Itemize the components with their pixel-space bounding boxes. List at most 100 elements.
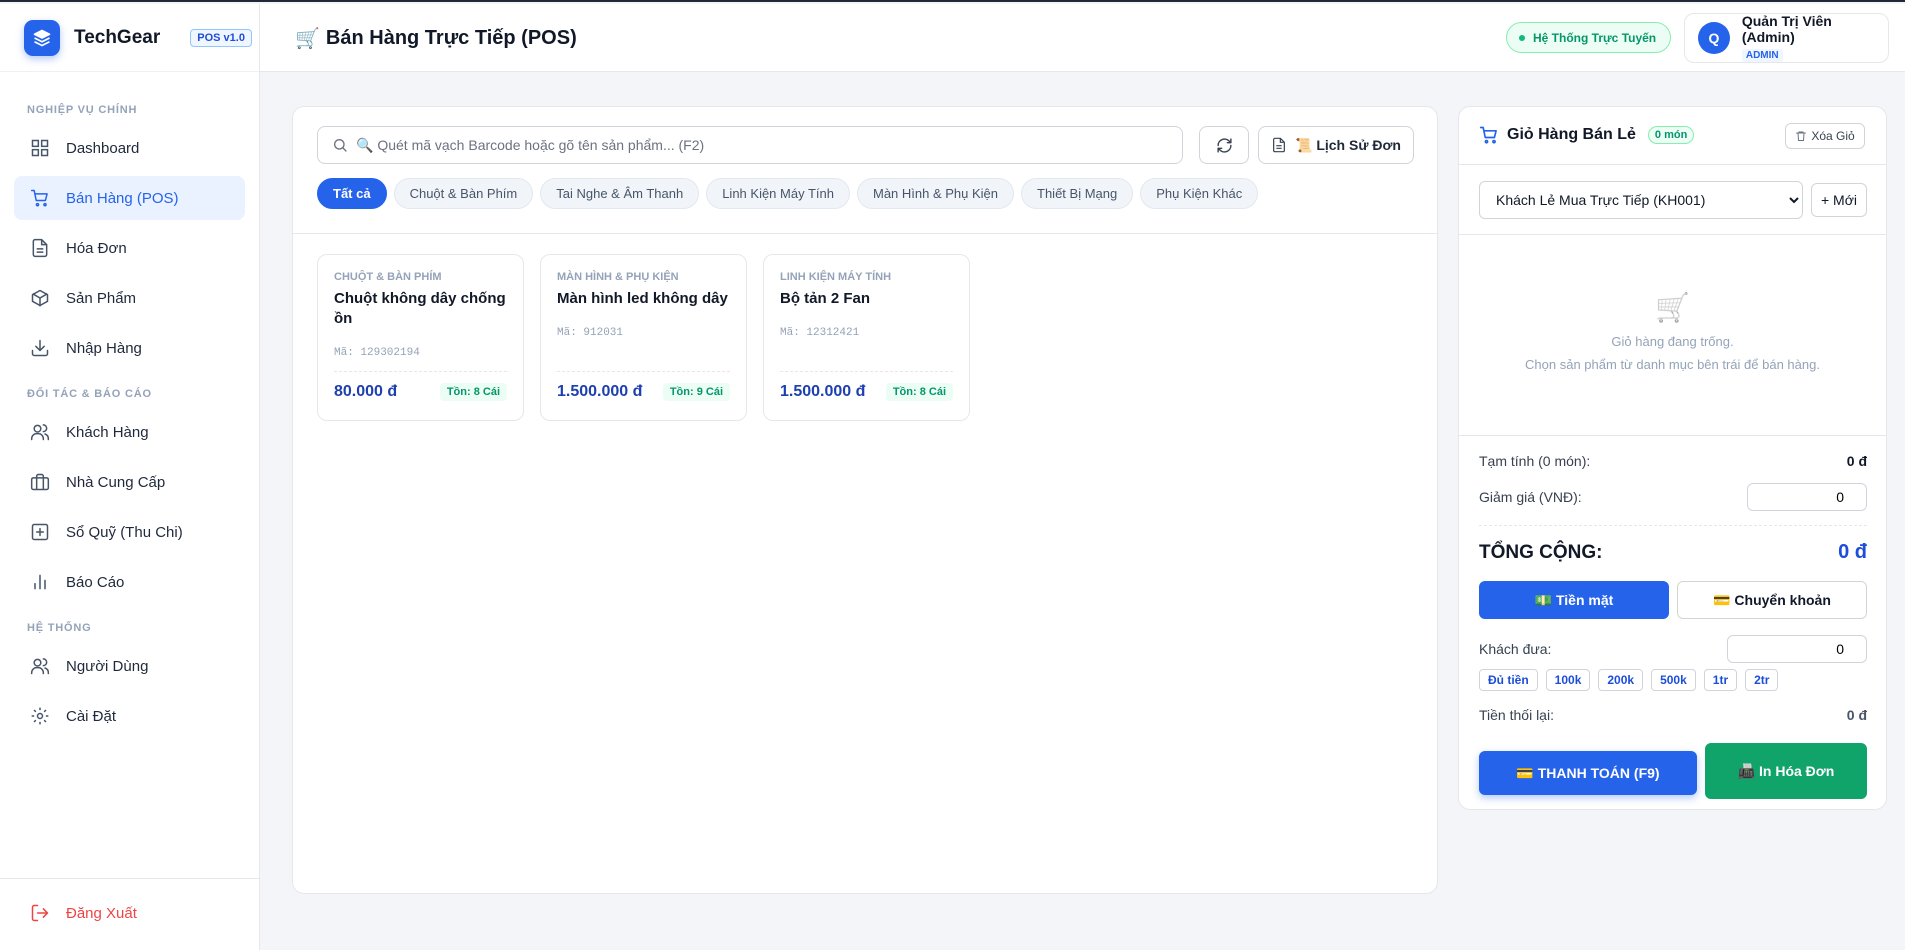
empty-cart-hint: Chọn sản phẩm từ danh mục bên trái để bá… bbox=[1525, 357, 1820, 372]
divider bbox=[780, 371, 953, 372]
quick-amount-2tr[interactable]: 2tr bbox=[1745, 669, 1779, 691]
sidebar-item-label: Bán Hàng (POS) bbox=[66, 189, 179, 207]
users-icon bbox=[30, 658, 50, 675]
product-name: Bộ tản 2 Fan bbox=[780, 290, 871, 307]
pay-cash-button[interactable]: 💵 Tiền mặt bbox=[1479, 581, 1669, 619]
logout-button[interactable]: Đăng Xuất bbox=[14, 891, 245, 935]
divider bbox=[334, 371, 507, 372]
order-history-button[interactable]: 📜 Lịch Sử Đơn bbox=[1258, 126, 1414, 164]
new-customer-button[interactable]: + Mới bbox=[1811, 183, 1867, 217]
category-chip-other[interactable]: Phụ Kiện Khác bbox=[1140, 178, 1259, 209]
search-box[interactable] bbox=[317, 126, 1183, 164]
payment-method-group: 💵 Tiền mặt 💳 Chuyển khoản bbox=[1479, 581, 1875, 619]
category-chip-mouse-keyboard[interactable]: Chuột & Bàn Phím bbox=[393, 178, 534, 209]
sidebar-item-cashbook[interactable]: Sổ Quỹ (Thu Chi) bbox=[14, 510, 245, 554]
product-category: MÀN HÌNH & PHỤ KIỆN bbox=[557, 271, 679, 283]
search-input[interactable] bbox=[356, 137, 1182, 153]
logout-label: Đăng Xuất bbox=[66, 904, 137, 922]
received-input[interactable] bbox=[1727, 635, 1867, 663]
product-card[interactable]: LINH KIỆN MÁY TÍNH Bộ tản 2 Fan Mã: 1231… bbox=[763, 254, 970, 421]
customer-select[interactable]: Khách Lẻ Mua Trực Tiếp (KH001) bbox=[1479, 181, 1803, 219]
product-card[interactable]: CHUỘT & BÀN PHÍM Chuột không dây chống ồ… bbox=[317, 254, 524, 421]
brand-name: TechGear bbox=[74, 26, 161, 48]
cart-icon: 🛒 bbox=[295, 28, 320, 50]
sidebar-item-products[interactable]: Sản Phẩm bbox=[14, 276, 245, 320]
quick-amount-exact[interactable]: Đủ tiền bbox=[1479, 669, 1538, 691]
stock-badge: Tồn: 8 Cái bbox=[439, 383, 507, 401]
brand: TechGear POS v1.0 bbox=[0, 4, 259, 72]
sidebar: TechGear POS v1.0 NGHIỆP VỤ CHÍNH Dashbo… bbox=[0, 4, 260, 950]
product-category: CHUỘT & BÀN PHÍM bbox=[334, 271, 442, 283]
quick-amount-100k[interactable]: 100k bbox=[1545, 669, 1591, 691]
checkout-button[interactable]: 💳 THANH TOÁN (F9) bbox=[1479, 751, 1697, 795]
sidebar-item-settings[interactable]: Cài Đặt bbox=[14, 694, 245, 738]
quick-amount-200k[interactable]: 200k bbox=[1598, 669, 1644, 691]
divider bbox=[1479, 525, 1867, 526]
sidebar-item-users[interactable]: Người Dùng bbox=[14, 644, 245, 688]
product-category: LINH KIỆN MÁY TÍNH bbox=[780, 271, 892, 283]
sidebar-item-pos[interactable]: Bán Hàng (POS) bbox=[14, 176, 245, 220]
sidebar-item-dashboard[interactable]: Dashboard bbox=[14, 126, 245, 170]
sidebar-item-customers[interactable]: Khách Hàng bbox=[14, 410, 245, 454]
status-badge: Hệ Thống Trực Tuyến bbox=[1506, 22, 1672, 53]
sidebar-item-label: Dashboard bbox=[66, 139, 140, 157]
category-chip-monitors[interactable]: Màn Hình & Phụ Kiện bbox=[856, 178, 1015, 209]
cart-icon bbox=[1479, 126, 1497, 144]
total-label: TỔNG CỘNG: bbox=[1479, 541, 1603, 563]
pay-transfer-button[interactable]: 💳 Chuyển khoản bbox=[1677, 581, 1867, 619]
discount-input[interactable] bbox=[1747, 483, 1867, 511]
cart-panel: Giỏ Hàng Bán Lẻ 0 món Xóa Giỏ Khách Lẻ M… bbox=[1458, 106, 1887, 810]
page-title-text: Bán Hàng Trực Tiếp (POS) bbox=[325, 27, 577, 49]
topbar: 🛒 Bán Hàng Trực Tiếp (POS) Hệ Thống Trực… bbox=[260, 4, 1905, 72]
empty-cart-message: Giỏ hàng đang trống. bbox=[1611, 334, 1734, 349]
logout-section: Đăng Xuất bbox=[0, 878, 260, 922]
change-value: 0 đ bbox=[1846, 707, 1867, 723]
divider bbox=[557, 371, 730, 372]
category-chip-components[interactable]: Linh Kiện Máy Tính bbox=[706, 178, 850, 209]
category-chip-network[interactable]: Thiết Bị Mạng bbox=[1021, 178, 1134, 209]
bar-chart-icon bbox=[34, 574, 46, 590]
page-title: 🛒 Bán Hàng Trực Tiếp (POS) bbox=[295, 26, 577, 51]
refresh-icon bbox=[1216, 137, 1232, 153]
print-invoice-button[interactable]: 📠 In Hóa Đơn bbox=[1705, 743, 1867, 799]
total-row: TỔNG CỘNG: 0 đ bbox=[1479, 541, 1867, 564]
category-filter: Tất cả Chuột & Bàn Phím Tai Nghe & Âm Th… bbox=[317, 178, 1265, 209]
section-system-label: HỆ THỐNG bbox=[27, 622, 92, 634]
status-text: Hệ Thống Trực Tuyến bbox=[1533, 30, 1657, 45]
category-chip-all[interactable]: Tất cả bbox=[317, 178, 387, 209]
user-menu[interactable]: Q Quản Trị Viên (Admin) ADMIN bbox=[1684, 13, 1889, 63]
stock-badge: Tồn: 8 Cái bbox=[885, 383, 953, 401]
sidebar-item-invoices[interactable]: Hóa Đơn bbox=[14, 226, 245, 270]
user-role-badge: ADMIN bbox=[1741, 49, 1783, 62]
cart-count-badge: 0 món bbox=[1647, 126, 1695, 144]
divider bbox=[1459, 234, 1886, 235]
refresh-button[interactable] bbox=[1199, 126, 1249, 164]
sidebar-item-suppliers[interactable]: Nhà Cung Cấp bbox=[14, 460, 245, 504]
sidebar-item-reports[interactable]: Báo Cáo bbox=[14, 560, 245, 604]
clear-cart-button[interactable]: Xóa Giỏ bbox=[1785, 123, 1865, 149]
user-name: Quản Trị Viên (Admin) bbox=[1741, 13, 1832, 45]
quick-amount-500k[interactable]: 500k bbox=[1651, 669, 1696, 691]
sidebar-item-label: Khách Hàng bbox=[66, 423, 149, 441]
avatar: Q bbox=[1698, 22, 1730, 54]
cart-icon bbox=[30, 189, 48, 207]
cart-header: Giỏ Hàng Bán Lẻ 0 món Xóa Giỏ bbox=[1459, 107, 1886, 165]
sidebar-item-label: Hóa Đơn bbox=[66, 239, 127, 257]
product-panel: 📜 Lịch Sử Đơn Tất cả Chuột & Bàn Phím Ta… bbox=[292, 106, 1438, 894]
box-icon bbox=[31, 289, 49, 307]
sidebar-item-import[interactable]: Nhập Hàng bbox=[14, 326, 245, 370]
received-label: Khách đưa: bbox=[1479, 641, 1552, 657]
sidebar-item-label: Sổ Quỹ (Thu Chi) bbox=[66, 523, 183, 541]
discount-row: Giảm giá (VNĐ): bbox=[1479, 483, 1867, 511]
change-label: Tiền thối lại: bbox=[1479, 707, 1554, 723]
document-icon bbox=[1273, 137, 1285, 153]
version-badge: POS v1.0 bbox=[190, 28, 252, 47]
category-chip-audio[interactable]: Tai Nghe & Âm Thanh bbox=[540, 178, 700, 209]
section-main-label: NGHIỆP VỤ CHÍNH bbox=[27, 104, 138, 116]
download-icon bbox=[31, 339, 49, 357]
quick-amount-1tr[interactable]: 1tr bbox=[1703, 669, 1738, 691]
product-grid: CHUỘT & BÀN PHÍM Chuột không dây chống ồ… bbox=[317, 254, 986, 421]
product-card[interactable]: MÀN HÌNH & PHỤ KIỆN Màn hình led không d… bbox=[540, 254, 747, 421]
sidebar-item-label: Người Dùng bbox=[66, 657, 149, 675]
product-price: 80.000 đ bbox=[334, 383, 398, 400]
